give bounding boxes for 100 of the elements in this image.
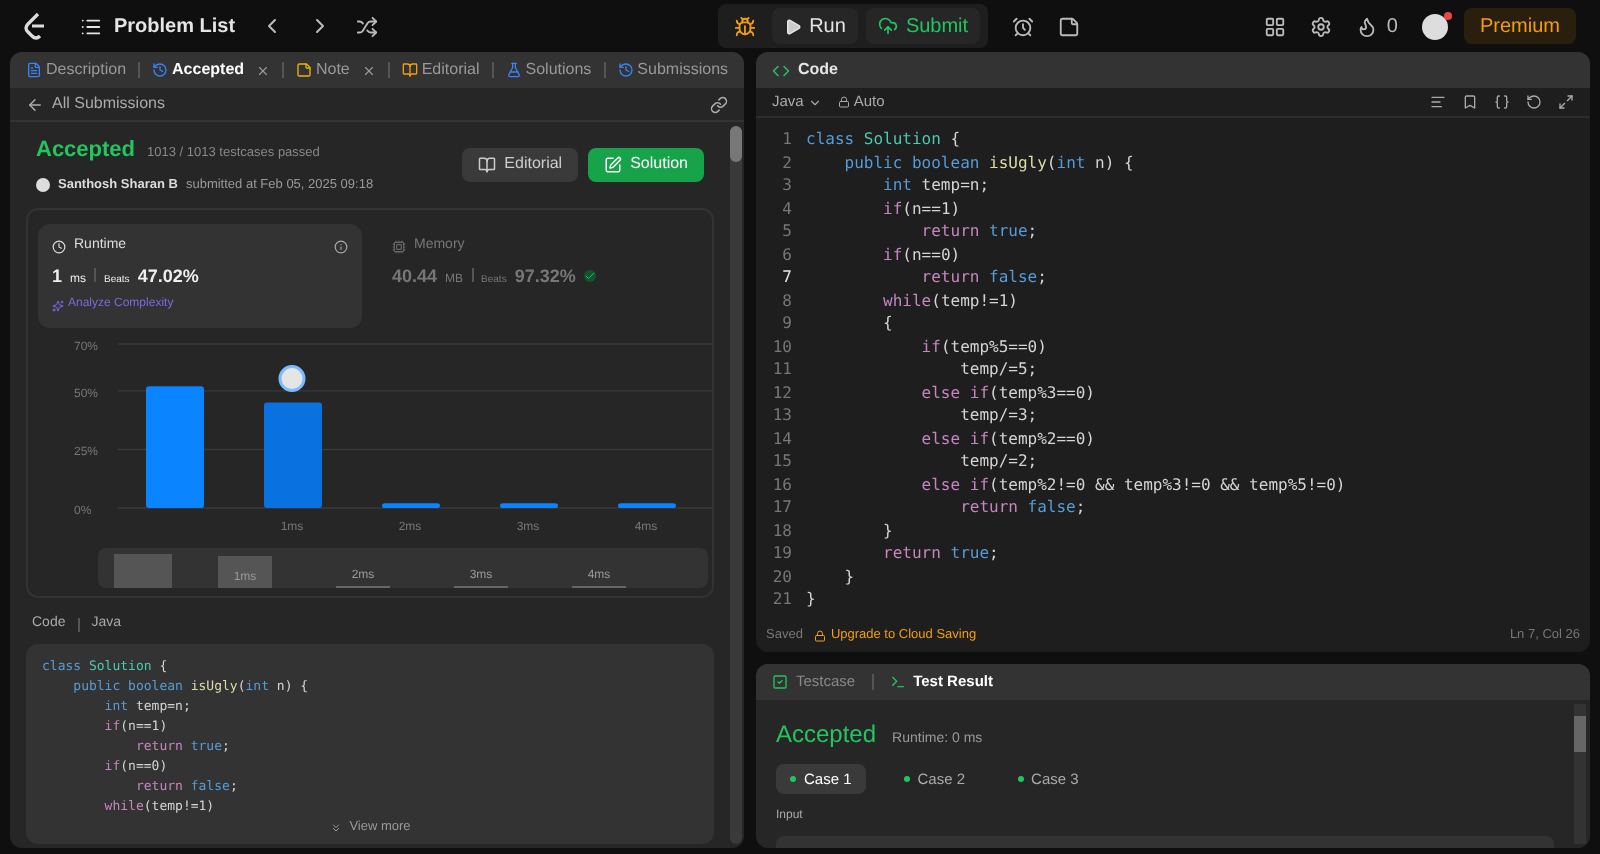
line-number: 4 [780, 197, 794, 220]
line-number: 7 [780, 266, 794, 289]
arrow-left-icon [26, 95, 44, 113]
code-line: return true; [919, 220, 1038, 243]
code-line: } [842, 565, 855, 588]
code-line: else if(temp%2!=0 && temp%3!=0 && temp%5!=0) [919, 473, 1346, 496]
history-icon [617, 62, 634, 78]
stat-value: 1 [52, 263, 63, 290]
avatar-icon [278, 365, 306, 393]
logo-icon[interactable] [24, 12, 48, 40]
book-icon [478, 155, 497, 174]
code-line: if(n==0) [881, 243, 961, 266]
submit-button[interactable]: Submit [865, 8, 981, 44]
code-line: int temp=n; [881, 174, 990, 197]
chevron-down-icon [807, 95, 822, 109]
edit-icon [604, 155, 623, 174]
code-line: if(temp%5==0) [919, 335, 1047, 358]
flask-icon [505, 62, 522, 78]
link-icon[interactable] [710, 95, 728, 113]
line-number: 6 [780, 243, 794, 266]
debug-icon[interactable] [733, 15, 756, 37]
beats-value: 97.32% [514, 263, 576, 290]
panel-tab[interactable]: Editorial [401, 58, 480, 82]
expand-icon[interactable] [1558, 94, 1574, 110]
code-line: while(temp!=1) [881, 289, 1018, 312]
terminal-icon [889, 674, 906, 690]
close-icon[interactable] [361, 63, 376, 77]
panel-tab[interactable]: Submissions [617, 58, 729, 82]
line-number: 9 [780, 312, 794, 335]
note-icon[interactable] [1058, 15, 1081, 37]
braces-icon[interactable] [1494, 94, 1510, 110]
chip-icon [392, 240, 406, 254]
settings-icon[interactable] [1310, 15, 1333, 37]
format-icon[interactable] [1430, 94, 1446, 110]
code-line: class Solution { [806, 128, 961, 151]
line-number: 12 [770, 381, 794, 404]
line-number: 10 [770, 335, 794, 358]
code-line: temp/=5; [958, 358, 1038, 381]
chart-bar [146, 386, 204, 509]
line-number: 13 [770, 404, 794, 427]
code-line: if(n==1) [881, 197, 961, 220]
code-line: temp/=3; [958, 404, 1038, 427]
scrollbar[interactable] [1574, 704, 1586, 844]
line-number: 5 [780, 220, 794, 243]
streak-count: 0 [1386, 13, 1398, 41]
info-icon[interactable] [334, 240, 348, 254]
grid-icon[interactable] [1264, 15, 1287, 37]
scrollbar[interactable] [730, 126, 742, 844]
code-line: return true; [881, 542, 999, 565]
code-tab[interactable]: Code [772, 58, 838, 82]
editorial-button[interactable]: Editorial [462, 147, 579, 182]
premium-button[interactable]: Premium [1463, 8, 1576, 44]
play-icon [783, 17, 802, 35]
result-status: Accepted [776, 718, 877, 752]
panel-tab[interactable]: Accepted [152, 58, 245, 82]
code-line: return false; [958, 496, 1086, 519]
checkbox-icon [772, 674, 788, 690]
close-icon[interactable] [256, 63, 270, 77]
chart-bar [618, 503, 676, 509]
panel-tab[interactable]: Note [295, 58, 350, 82]
clock-icon [52, 240, 66, 254]
code-line: else if(temp%3==0) [919, 381, 1095, 404]
chart-bar [382, 503, 440, 509]
overview-bar [113, 554, 171, 589]
reset-icon[interactable] [1526, 94, 1542, 110]
problem-list-button[interactable]: Problem List [80, 11, 236, 41]
line-number: 14 [770, 427, 794, 450]
line-number: 15 [770, 450, 794, 473]
panel-tab[interactable]: Description [26, 58, 127, 82]
alarm-icon[interactable] [1012, 15, 1035, 37]
shuffle-icon[interactable] [355, 15, 378, 37]
line-number: 11 [770, 358, 794, 381]
flame-icon[interactable] [1356, 15, 1379, 37]
panel-tab[interactable]: Solutions [505, 58, 592, 82]
line-number: 1 [780, 128, 794, 151]
code-icon [772, 61, 790, 79]
upload-icon [877, 16, 898, 36]
line-number: 17 [770, 496, 794, 519]
document-icon [26, 62, 42, 78]
line-number: 3 [780, 174, 794, 197]
bookmark-icon[interactable] [1462, 94, 1478, 110]
code-line: else if(temp%2==0) [919, 427, 1095, 450]
stat-value: 40.44 [392, 263, 438, 290]
code-line: public boolean isUgly(int n) { [842, 151, 1134, 174]
lock-icon [837, 96, 850, 108]
history-icon [152, 62, 169, 78]
run-button[interactable]: Run [771, 8, 858, 44]
chart-bar [264, 403, 322, 509]
line-number: 18 [770, 519, 794, 542]
avatar-icon[interactable] [1421, 13, 1448, 39]
note-icon [295, 62, 312, 78]
book-icon [401, 62, 418, 78]
lock-icon [814, 630, 827, 642]
list-icon [80, 15, 102, 37]
line-number: 19 [770, 542, 794, 565]
line-number: 21 [770, 588, 794, 611]
check-badge-icon [583, 269, 596, 282]
code-line: } [806, 588, 816, 611]
chevrons-down-icon [329, 821, 342, 834]
back-link[interactable]: All Submissions [26, 92, 165, 116]
